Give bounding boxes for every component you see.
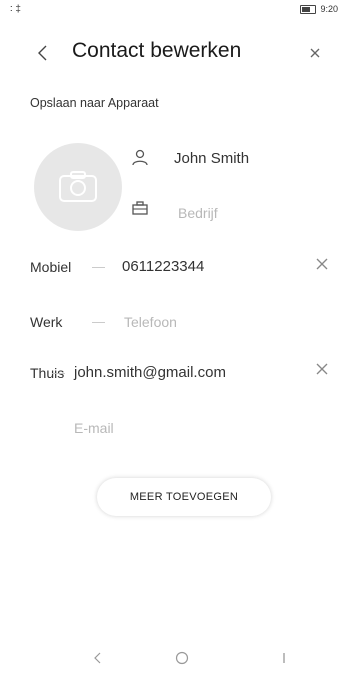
email-field[interactable]: john.smith@gmail.com: [74, 364, 226, 381]
avatar-photo-button[interactable]: [34, 143, 122, 231]
save-to-account[interactable]: Opslaan naar Apparaat: [30, 96, 159, 110]
company-icon: [130, 198, 150, 218]
nav-recents-button[interactable]: [272, 648, 296, 668]
nav-recents-icon: [283, 653, 285, 663]
name-field[interactable]: John Smith: [174, 150, 249, 167]
battery-icon: [300, 4, 317, 14]
nav-back-button[interactable]: [86, 648, 110, 668]
company-field[interactable]: Bedrijf: [178, 205, 218, 221]
email-type-separator: —: [52, 365, 65, 380]
person-icon: [130, 148, 150, 168]
phone-type-separator: —: [92, 259, 105, 274]
phone-type-separator: —: [92, 314, 105, 329]
new-email-field[interactable]: E-mail: [74, 420, 114, 436]
camera-icon: [59, 171, 97, 202]
close-icon: [310, 48, 320, 58]
add-more-button[interactable]: MEER TOEVOEGEN: [97, 478, 271, 516]
clear-icon: [316, 258, 328, 270]
work-phone-field[interactable]: Telefoon: [124, 314, 177, 330]
back-arrow-icon: [38, 45, 47, 61]
nav-back-icon: [94, 652, 101, 664]
clear-email-button[interactable]: [311, 358, 333, 380]
clear-icon: [316, 363, 328, 375]
status-icons: ∶ ‡: [10, 4, 21, 15]
nav-home-button[interactable]: [170, 648, 194, 668]
back-button[interactable]: [30, 40, 56, 66]
close-button[interactable]: [302, 40, 328, 66]
phone-type-work[interactable]: Werk: [30, 314, 62, 330]
phone-type-mobile[interactable]: Mobiel: [30, 259, 71, 275]
nav-home-icon: [175, 651, 189, 665]
clear-phone-button[interactable]: [311, 253, 333, 275]
page-title: Contact bewerken: [72, 39, 242, 62]
status-bar: ∶ ‡ 9:20: [0, 0, 348, 22]
status-time: 9:20: [320, 4, 338, 14]
phone-number-field[interactable]: 0611223344: [122, 258, 204, 275]
status-right: 9:20: [300, 4, 338, 14]
